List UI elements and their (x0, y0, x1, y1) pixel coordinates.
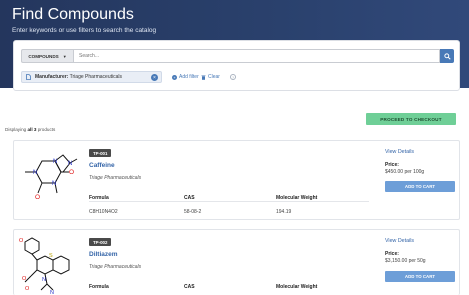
product-code-badge: TP-002 (89, 238, 112, 246)
filter-key: Manufacturer: (35, 74, 69, 80)
search-panel: COMPOUNDS ▼ Manufacturer: Triage Pharmac… (13, 40, 460, 91)
svg-text:N: N (68, 161, 72, 167)
page-subtitle: Enter keywords or use filters to search … (12, 27, 157, 34)
add-filter-button[interactable]: + Add filter (172, 71, 199, 83)
plus-circle-icon: + (172, 74, 177, 80)
svg-text:O: O (22, 276, 27, 282)
view-details-link[interactable]: View Details (385, 238, 414, 244)
proceed-to-checkout-button[interactable]: PROCEED TO CHECKOUT (366, 113, 456, 125)
svg-text:N: N (50, 290, 54, 295)
search-icon (443, 52, 451, 60)
product-card: O S O N N O TP-002 Diltiazem Triage Phar… (13, 229, 460, 295)
formula-header: Formula (89, 284, 109, 290)
search-scope-dropdown[interactable]: COMPOUNDS ▼ (21, 49, 73, 63)
clear-filters-button[interactable]: Clear (201, 71, 220, 83)
product-name-link[interactable]: Caffeine (89, 162, 115, 169)
search-input[interactable] (73, 49, 440, 63)
mw-value: 194.19 (276, 209, 292, 215)
price-value: $450.00 per 100g (385, 169, 425, 175)
filter-value: Triage Pharmaceuticals (69, 74, 122, 80)
product-name-link[interactable]: Diltiazem (89, 251, 118, 258)
svg-text:O: O (69, 169, 74, 176)
cas-value: 58-08-2 (184, 209, 202, 215)
remove-filter-icon[interactable]: × (151, 74, 158, 81)
svg-text:O: O (25, 286, 30, 292)
results-count: Displaying all 3 products (5, 127, 56, 132)
product-manufacturer: Triage Pharmaceuticals (89, 264, 142, 270)
trash-icon (201, 75, 206, 80)
product-card: N N N N O O TP-001 Caffeine Triage Pharm… (13, 140, 460, 220)
formula-value: C8H10N4O2 (89, 209, 118, 215)
product-code-badge: TP-001 (89, 149, 112, 157)
add-filter-label: Add filter (179, 74, 199, 80)
price-label: Price: (385, 251, 399, 257)
add-to-cart-button[interactable]: ADD TO CART (385, 181, 455, 192)
product-manufacturer: Triage Pharmaceuticals (89, 175, 142, 181)
divider (89, 201, 369, 202)
svg-text:S: S (49, 253, 53, 259)
mw-header: Molecular Weight (276, 284, 318, 290)
svg-text:N: N (53, 159, 57, 165)
price-value: $3,150.00 per 50g (385, 258, 426, 264)
price-label: Price: (385, 162, 399, 168)
clear-label: Clear (208, 74, 220, 80)
svg-text:O: O (19, 238, 24, 244)
search-button[interactable] (440, 49, 454, 63)
caret-down-icon: ▼ (62, 53, 67, 59)
svg-text:N: N (33, 170, 37, 176)
svg-text:O: O (35, 194, 40, 201)
help-button[interactable]: ? (230, 71, 236, 83)
add-to-cart-button[interactable]: ADD TO CART (385, 271, 455, 282)
document-icon (26, 74, 31, 80)
help-icon: ? (230, 74, 236, 80)
manufacturer-filter-chip[interactable]: Manufacturer: Triage Pharmaceuticals × (21, 71, 162, 83)
diltiazem-structure-image: O S O N N O (19, 237, 70, 295)
page-title: Find Compounds (12, 6, 134, 23)
cas-header: CAS (184, 284, 195, 290)
view-details-link[interactable]: View Details (385, 149, 414, 155)
svg-text:N: N (42, 277, 46, 283)
caffeine-structure-image: N N N N O O (25, 154, 78, 201)
svg-text:N: N (52, 181, 56, 187)
search-scope-label: COMPOUNDS (28, 53, 59, 59)
